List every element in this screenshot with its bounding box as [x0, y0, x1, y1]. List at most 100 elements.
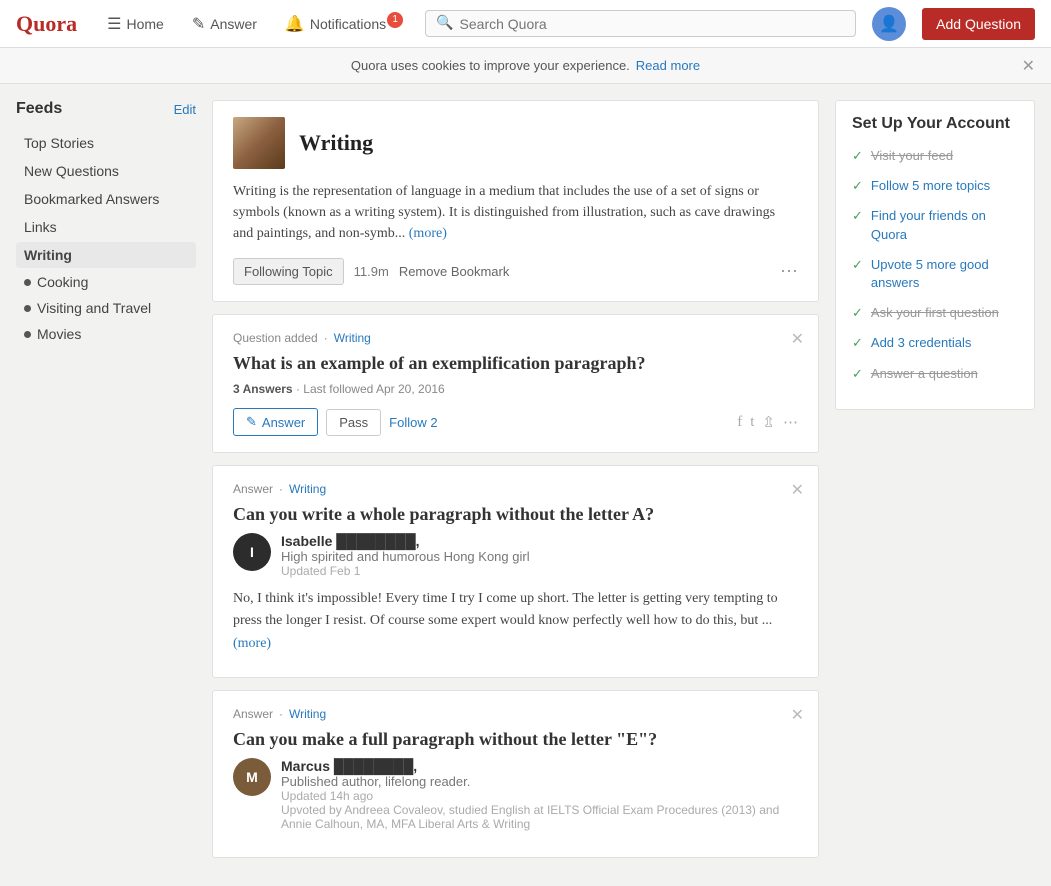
sidebar-topic-label-movies: Movies — [37, 326, 81, 342]
setup-check-4: ✓ — [852, 305, 863, 321]
setup-link-0[interactable]: Visit your feed — [871, 147, 953, 165]
sidebar-item-movies[interactable]: Movies — [16, 322, 196, 346]
add-question-button[interactable]: Add Question — [922, 8, 1035, 40]
notifications-label: Notifications — [310, 16, 386, 32]
answer-2-author-name[interactable]: Marcus ████████, — [281, 758, 798, 774]
navbar: Quora ☰ Home ✎ Answer 🔔 Notifications 1 … — [0, 0, 1051, 48]
question-card: ✕ Question added · Writing What is an ex… — [212, 314, 819, 453]
topic-more-link[interactable]: (more) — [409, 226, 447, 241]
bell-icon: 🔔 — [285, 14, 305, 34]
answer-1-avatar: I — [233, 533, 271, 571]
setup-account-card: Set Up Your Account ✓ Visit your feed ✓ … — [835, 100, 1035, 410]
setup-link-4[interactable]: Ask your first question — [871, 304, 999, 322]
answer-2-avatar: M — [233, 758, 271, 796]
question-actions: ✎ Answer Pass Follow 2 f t ⇫ ⋯ — [233, 408, 798, 436]
answer-2-meta-topic[interactable]: Writing — [289, 707, 326, 721]
twitter-icon[interactable]: t — [750, 414, 754, 431]
setup-check-2: ✓ — [852, 208, 863, 224]
topic-dot-visiting — [24, 305, 31, 312]
sidebar-item-top-stories[interactable]: Top Stories — [16, 130, 196, 156]
answer-2-author-title: Published author, lifelong reader. — [281, 774, 798, 789]
pass-button[interactable]: Pass — [326, 409, 381, 436]
cookie-read-more[interactable]: Read more — [636, 58, 700, 73]
sidebar-item-writing[interactable]: Writing — [16, 242, 196, 268]
notifications-link[interactable]: 🔔 Notifications 1 — [279, 10, 409, 38]
answer-2-meta: Answer · Writing — [233, 707, 798, 721]
answer-label: Answer — [210, 16, 257, 32]
answer-1-author-info: Isabelle ████████, High spirited and hum… — [281, 533, 530, 578]
social-icons: f t ⇫ ⋯ — [737, 413, 798, 432]
answer-button[interactable]: ✎ Answer — [233, 408, 318, 436]
answer-1-meta-prefix: Answer — [233, 482, 273, 496]
setup-item-2: ✓ Find your friends on Quora — [852, 207, 1018, 243]
answer-1-author: I Isabelle ████████, High spirited and h… — [233, 533, 798, 578]
search-input[interactable] — [460, 16, 846, 32]
answer-1-meta-topic[interactable]: Writing — [289, 482, 326, 496]
setup-title: Set Up Your Account — [852, 115, 1018, 133]
answer-2-upvote-text: Upvoted by Andreea Covaleov, studied Eng… — [281, 803, 798, 831]
answer-icon: ✎ — [192, 14, 205, 34]
feeds-edit-link[interactable]: Edit — [174, 102, 196, 117]
question-stats: 3 Answers · Last followed Apr 20, 2016 — [233, 382, 798, 396]
setup-item-6: ✓ Answer a question — [852, 365, 1018, 383]
topic-dot-cooking — [24, 279, 31, 286]
setup-link-6[interactable]: Answer a question — [871, 365, 978, 383]
cookie-close-button[interactable]: ✕ — [1022, 56, 1035, 76]
answer-1-meta: Answer · Writing — [233, 482, 798, 496]
avatar[interactable]: 👤 — [872, 7, 906, 41]
sidebar-item-visiting-and-travel[interactable]: Visiting and Travel — [16, 296, 196, 320]
sidebar-item-bookmarked-answers[interactable]: Bookmarked Answers — [16, 186, 196, 212]
share-icon[interactable]: ⇫ — [762, 413, 775, 432]
setup-check-1: ✓ — [852, 178, 863, 194]
remove-bookmark-button[interactable]: Remove Bookmark — [399, 264, 510, 279]
notification-badge: 1 — [387, 12, 403, 28]
answer-2-author-info: Marcus ████████, Published author, lifel… — [281, 758, 798, 831]
setup-item-1: ✓ Follow 5 more topics — [852, 177, 1018, 195]
answer-1-question-title[interactable]: Can you write a whole paragraph without … — [233, 504, 798, 525]
answer-2-question-title[interactable]: Can you make a full paragraph without th… — [233, 729, 798, 750]
answer-1-author-name[interactable]: Isabelle ████████, — [281, 533, 530, 549]
topic-image — [233, 117, 285, 169]
setup-link-1[interactable]: Follow 5 more topics — [871, 177, 990, 195]
answer-1-text: No, I think it's impossible! Every time … — [233, 588, 798, 655]
content-area: Writing Writing is the representation of… — [212, 100, 819, 870]
feeds-header: Feeds Edit — [16, 100, 196, 118]
answer-2-close[interactable]: ✕ — [791, 705, 804, 725]
question-title[interactable]: What is an example of an exemplification… — [233, 353, 798, 374]
setup-check-0: ✓ — [852, 148, 863, 164]
answer-1-close[interactable]: ✕ — [791, 480, 804, 500]
setup-link-5[interactable]: Add 3 credentials — [871, 334, 971, 352]
sidebar-item-new-questions[interactable]: New Questions — [16, 158, 196, 184]
more-options-icon[interactable]: ⋯ — [783, 413, 798, 432]
answer-2-author: M Marcus ████████, Published author, lif… — [233, 758, 798, 831]
question-card-close[interactable]: ✕ — [791, 329, 804, 349]
cookie-message: Quora uses cookies to improve your exper… — [351, 58, 630, 73]
topic-dot-movies — [24, 331, 31, 338]
sidebar-item-links[interactable]: Links — [16, 214, 196, 240]
setup-link-3[interactable]: Upvote 5 more good answers — [871, 256, 1018, 292]
answer-link[interactable]: ✎ Answer — [186, 10, 263, 38]
setup-link-2[interactable]: Find your friends on Quora — [871, 207, 1018, 243]
topic-more-button[interactable]: ⋯ — [780, 261, 798, 282]
question-meta-prefix: Question added — [233, 331, 318, 345]
setup-item-5: ✓ Add 3 credentials — [852, 334, 1018, 352]
logo[interactable]: Quora — [16, 11, 77, 37]
setup-check-3: ✓ — [852, 257, 863, 273]
follower-count: 11.9m — [354, 264, 389, 279]
following-topic-button[interactable]: Following Topic — [233, 258, 344, 285]
facebook-icon[interactable]: f — [737, 414, 742, 431]
topic-header: Writing — [233, 117, 798, 169]
answer-1-more-link[interactable]: (more) — [233, 636, 271, 651]
home-link[interactable]: ☰ Home — [101, 10, 170, 38]
sidebar-item-cooking[interactable]: Cooking — [16, 270, 196, 294]
answer-card-1: ✕ Answer · Writing Can you write a whole… — [212, 465, 819, 678]
writing-topic-card: Writing Writing is the representation of… — [212, 100, 819, 302]
question-meta-topic[interactable]: Writing — [334, 331, 371, 345]
answer-1-author-date: Updated Feb 1 — [281, 564, 530, 578]
home-label: Home — [126, 16, 163, 32]
follow-button[interactable]: Follow 2 — [389, 415, 437, 430]
topic-actions: Following Topic 11.9m Remove Bookmark ⋯ — [233, 258, 798, 285]
pencil-icon: ✎ — [246, 414, 257, 430]
answer-1-author-title: High spirited and humorous Hong Kong gir… — [281, 549, 530, 564]
search-bar[interactable]: 🔍 — [425, 10, 856, 37]
